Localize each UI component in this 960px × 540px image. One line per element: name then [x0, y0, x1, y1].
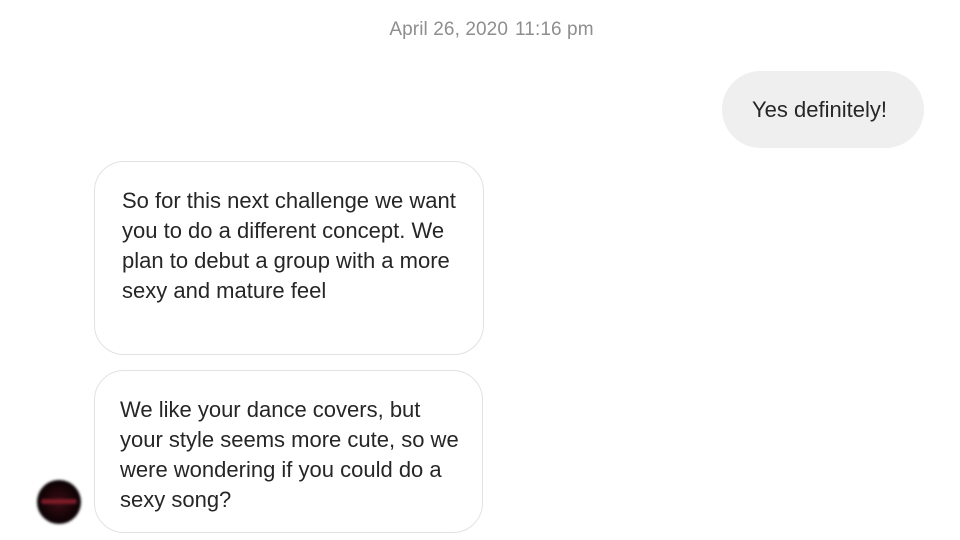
message-text: So for this next challenge we want you t… [122, 188, 456, 303]
message-timestamp: April 26, 2020 11:16 pm [0, 19, 960, 41]
sender-avatar[interactable] [37, 480, 81, 524]
message-text: We like your dance covers, but your styl… [120, 397, 459, 512]
message-text: Yes definitely! [752, 97, 887, 122]
outgoing-message-bubble[interactable]: Yes definitely! [722, 71, 924, 148]
timestamp-date: April 26, 2020 [389, 19, 509, 40]
chat-thread: April 26, 2020 11:16 pm Yes definitely! S… [0, 0, 960, 540]
incoming-message-bubble[interactable]: We like your dance covers, but your styl… [94, 370, 483, 533]
timestamp-time: 11:16 pm [515, 19, 594, 40]
incoming-message-bubble[interactable]: So for this next challenge we want you t… [94, 161, 484, 355]
